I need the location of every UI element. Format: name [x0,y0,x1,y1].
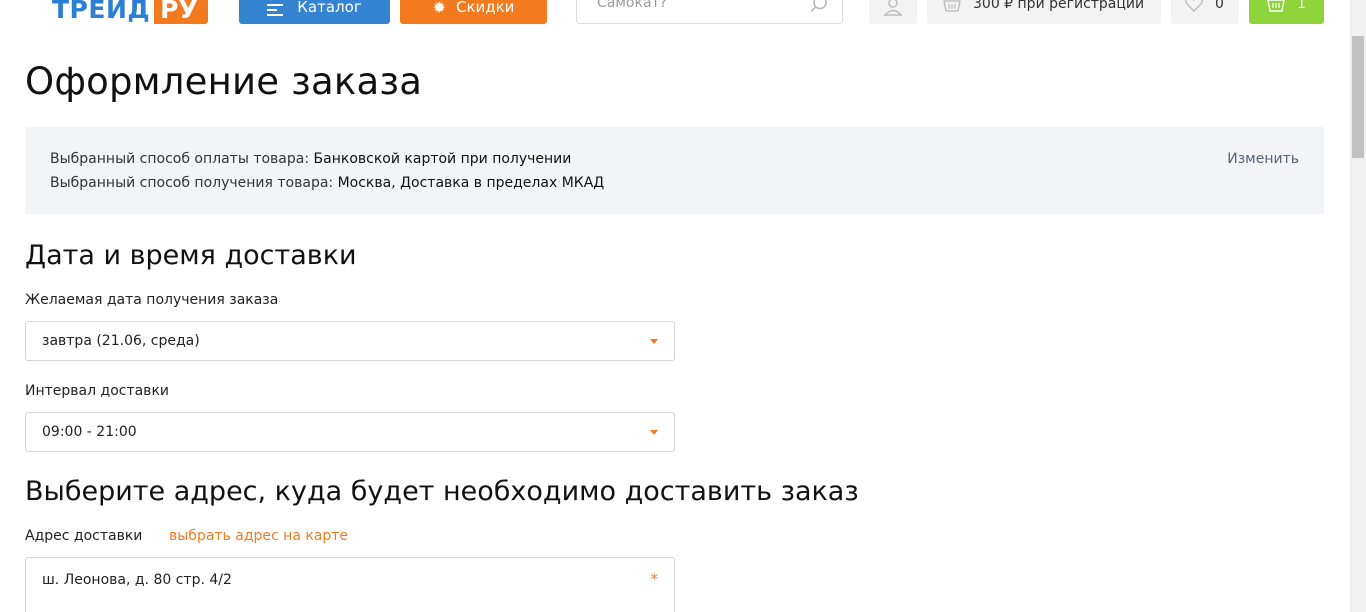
dropdown-caret-icon [650,339,658,344]
cart-button[interactable]: 1 [1249,0,1324,24]
menu-icon [267,4,284,16]
delivery-interval-select[interactable]: 09:00 - 21:00 [25,412,675,452]
payment-method-prefix: Выбранный способ оплаты товара: [50,151,314,167]
favorites-count: 0 [1215,0,1224,12]
change-link[interactable]: Изменить [1227,151,1299,167]
sale-button[interactable]: ✹ Скидки [400,0,547,24]
payment-method-line: Выбранный способ оплаты товара: Банковск… [50,151,571,167]
delivery-date-value: завтра (21.06, среда) [42,333,200,349]
logo-text: ТРЕЙД [52,0,151,24]
delivery-method-line: Выбранный способ получения товара: Москв… [50,175,604,191]
logo[interactable]: ТРЕЙД РУ [52,0,208,24]
choose-on-map-link[interactable]: выбрать адрес на карте [169,528,348,544]
search-box [576,0,843,24]
search-input[interactable] [597,0,797,11]
checkout-page: ТРЕЙД РУ Каталог ✹ Скидки Самокат? 300 ₽… [0,0,1366,612]
order-info-panel: Выбранный способ оплаты товара: Банковск… [25,127,1324,214]
catalog-button[interactable]: Каталог [239,0,390,24]
delivery-address-value: ш. Леонова, д. 80 стр. 4/2 [42,572,232,588]
required-mark: * [650,570,659,588]
user-account-button[interactable] [869,0,917,24]
scrollbar-thumb[interactable] [1352,36,1364,158]
sale-label: Скидки [455,0,515,16]
page-scrollbar[interactable] [1350,0,1366,612]
search-icon[interactable] [810,0,828,13]
delivery-address-label: Адрес доставки [25,528,143,544]
site-header: ТРЕЙД РУ Каталог ✹ Скидки Самокат? 300 ₽… [0,0,1350,24]
cart-icon [1267,0,1285,12]
discount-badge-icon: ✹ [432,0,446,17]
dropdown-caret-icon [650,430,658,435]
basket-icon [943,0,961,12]
bonus-button[interactable]: 300 ₽ при регистрации [927,0,1161,24]
favorites-button[interactable]: 0 [1171,0,1239,24]
delivery-time-heading: Дата и время доставки [25,240,357,271]
delivery-method-prefix: Выбранный способ получения товара: [50,175,338,191]
delivery-method-value: Москва, Доставка в пределах МКАД [337,175,605,191]
delivery-interval-value: 09:00 - 21:00 [42,424,137,440]
catalog-label: Каталог [297,0,362,16]
heart-icon [1185,0,1203,12]
delivery-interval-label: Интервал доставки [25,383,169,399]
user-icon [883,0,903,16]
logo-box: РУ [154,0,208,24]
address-heading: Выберите адрес, куда будет необходимо до… [25,476,859,507]
bonus-label: 300 ₽ при регистрации [973,0,1145,12]
delivery-date-select[interactable]: завтра (21.06, среда) [25,321,675,361]
delivery-address-field[interactable]: ш. Леонова, д. 80 стр. 4/2 * [25,557,675,612]
page-title: Оформление заказа [25,60,423,103]
payment-method-value: Банковской картой при получении [313,151,572,167]
delivery-date-label: Желаемая дата получения заказа [25,292,279,308]
cart-count: 1 [1297,0,1306,12]
